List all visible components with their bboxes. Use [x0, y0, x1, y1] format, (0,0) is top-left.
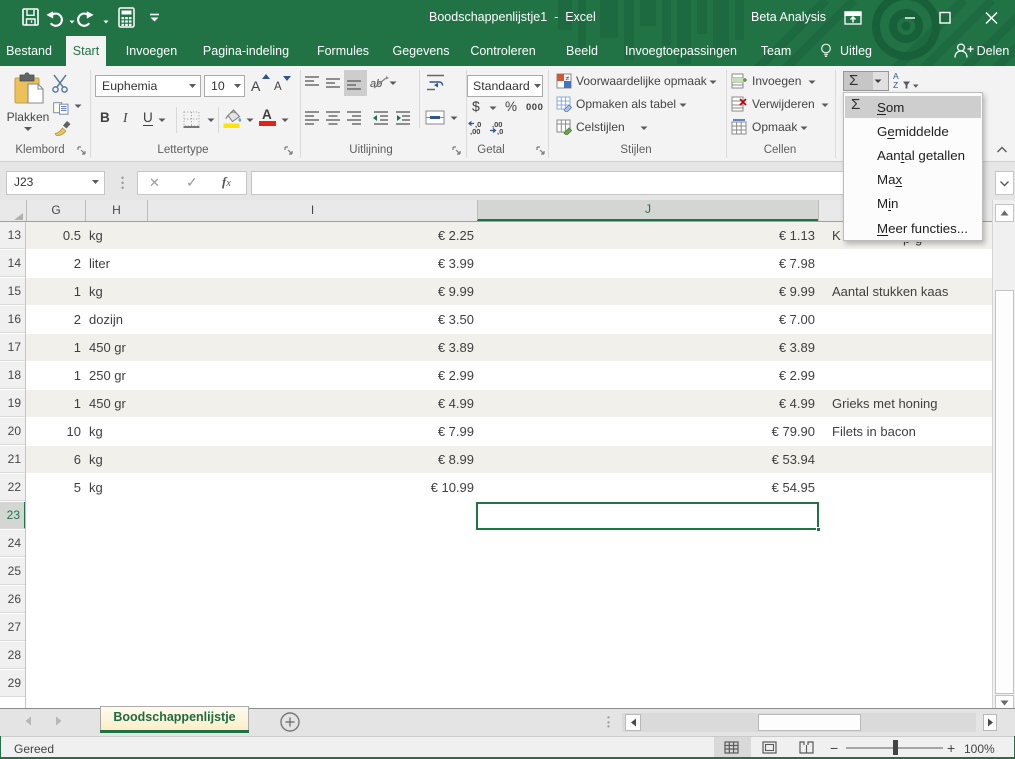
- svg-text:Z: Z: [893, 80, 898, 90]
- svg-text:,00: ,00: [470, 127, 480, 135]
- svg-text:,0: ,0: [497, 127, 503, 135]
- svg-text:ab: ab: [370, 78, 382, 90]
- svg-text:≠: ≠: [566, 76, 570, 83]
